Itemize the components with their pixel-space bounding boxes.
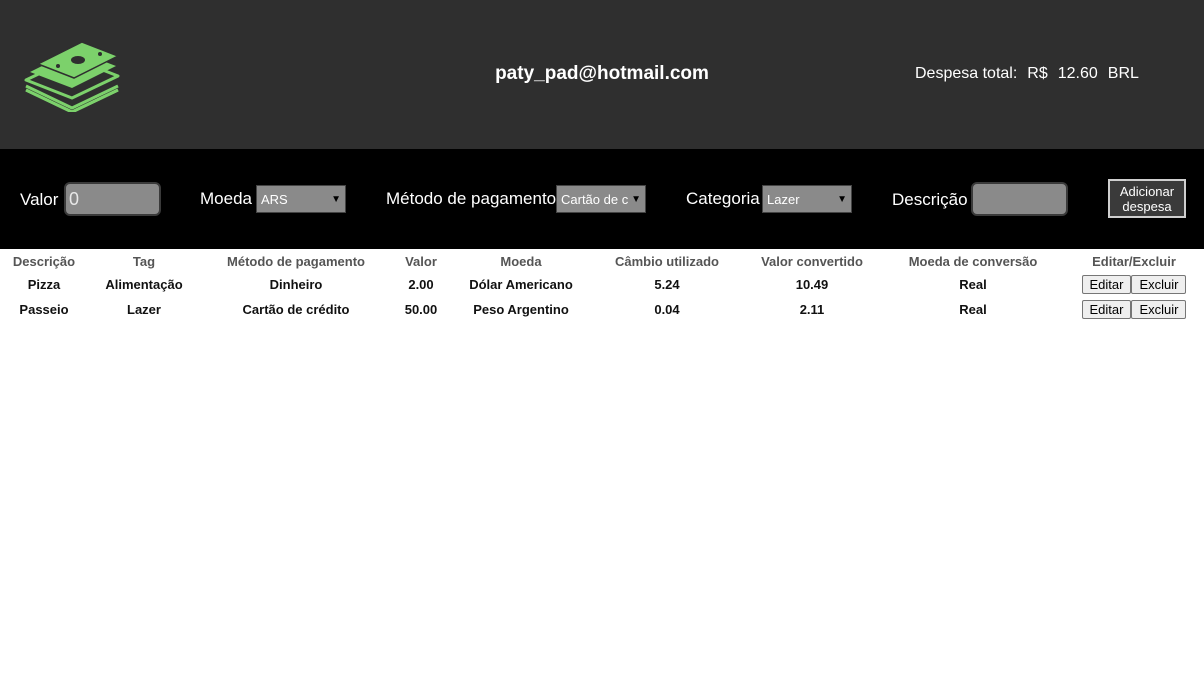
cell-moeda: Peso Argentino — [473, 302, 569, 317]
metodo-label: Método de pagamento — [386, 189, 557, 208]
moeda-label: Moeda — [200, 189, 252, 208]
categoria-select[interactable]: Lazer ▼ — [762, 185, 852, 213]
header-editar-excluir: Editar/Excluir — [1092, 253, 1176, 269]
expense-form: Valor Moeda ARS ▼ Método de pagamento Ca… — [0, 149, 1204, 249]
cell-actions: Editar Excluir — [1064, 297, 1204, 322]
header-metodo: Método de pagamento — [227, 253, 365, 269]
header-descricao: Descrição — [12, 253, 76, 269]
delete-button[interactable]: Excluir — [1131, 300, 1187, 319]
header-moeda-conversao: Moeda de conversão — [908, 253, 1038, 269]
cell-valor: 2.00 — [408, 277, 434, 292]
total-expense: Despesa total: R$ 12.60 BRL — [915, 65, 1149, 83]
currency-symbol: R$ — [1027, 65, 1048, 82]
delete-button[interactable]: Excluir — [1131, 275, 1187, 294]
cell-actions: Editar Excluir — [1064, 272, 1204, 297]
app-header: paty_pad@hotmail.com Despesa total: R$ 1… — [0, 0, 1204, 149]
cell-valor: 50.00 — [404, 302, 438, 317]
header-moeda: Moeda — [500, 253, 542, 269]
cell-tag: Lazer — [127, 302, 161, 317]
cell-metodo: Cartão de crédito — [242, 302, 350, 317]
valor-input[interactable] — [64, 182, 161, 216]
cell-tag: Alimentação — [105, 277, 183, 292]
header-tag: Tag — [132, 253, 156, 269]
header-cambio: Câmbio utilizado — [615, 253, 719, 269]
currency-code: BRL — [1107, 65, 1139, 82]
cell-moeda: Dólar Americano — [469, 277, 573, 292]
chevron-down-icon: ▼ — [331, 193, 341, 205]
cell-descricao: Passeio — [19, 302, 69, 317]
table-row: Passeio Lazer Cartão de crédito 50.00 Pe… — [0, 297, 1204, 322]
cell-moeda-conversao: Real — [959, 302, 987, 317]
cell-descricao: Pizza — [27, 277, 61, 292]
header-valor: Valor — [405, 253, 437, 269]
header-convertido: Valor convertido — [761, 253, 863, 269]
edit-button[interactable]: Editar — [1081, 300, 1132, 319]
categoria-label: Categoria — [686, 189, 760, 208]
edit-button[interactable]: Editar — [1081, 275, 1132, 294]
expenses-table: Descrição Tag Método de pagamento Valor … — [0, 250, 1204, 322]
cell-metodo: Dinheiro — [269, 277, 323, 292]
valor-label: Valor — [20, 190, 59, 209]
moeda-select[interactable]: ARS ▼ — [256, 185, 346, 213]
chevron-down-icon: ▼ — [631, 193, 641, 205]
chevron-down-icon: ▼ — [837, 193, 847, 205]
cell-moeda-conversao: Real — [959, 277, 987, 292]
cell-convertido: 2.11 — [799, 302, 825, 317]
total-value: 12.60 — [1057, 65, 1098, 82]
cell-cambio: 5.24 — [654, 277, 680, 292]
cell-convertido: 10.49 — [795, 277, 829, 292]
cell-cambio: 0.04 — [654, 302, 680, 317]
table-row: Pizza Alimentação Dinheiro 2.00 Dólar Am… — [0, 272, 1204, 297]
table-header-row: Descrição Tag Método de pagamento Valor … — [0, 250, 1204, 272]
add-expense-button[interactable]: Adicionar despesa — [1108, 179, 1186, 218]
descricao-input[interactable] — [971, 182, 1068, 216]
total-label: Despesa total: — [915, 65, 1018, 82]
metodo-select[interactable]: Cartão de c ▼ — [556, 185, 646, 213]
descricao-label: Descrição — [892, 190, 968, 209]
